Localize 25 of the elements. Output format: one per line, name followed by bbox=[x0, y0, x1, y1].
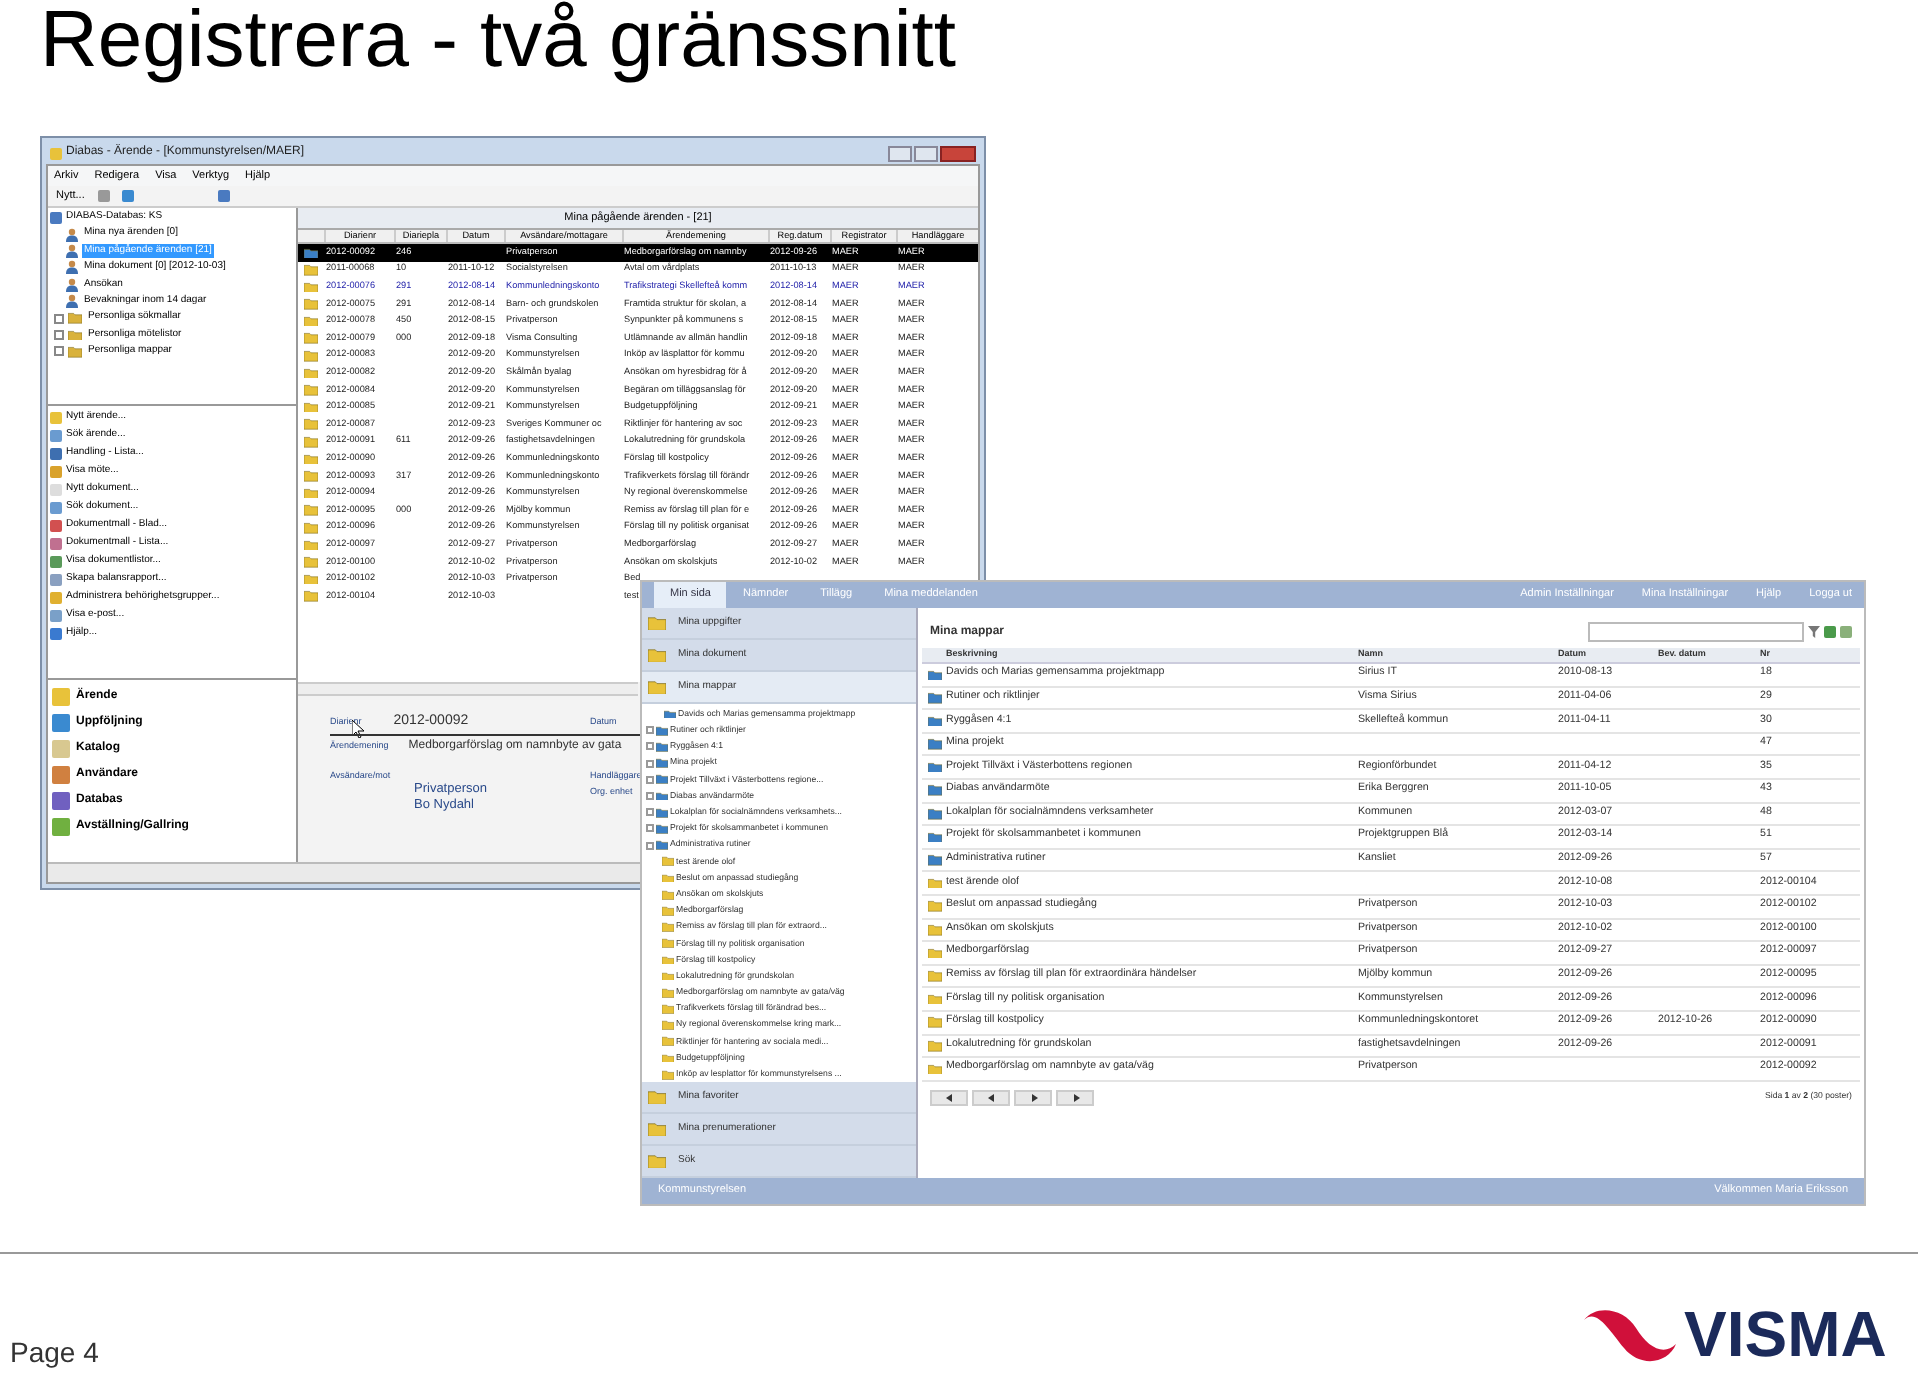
page-number: Page 4 bbox=[10, 1336, 99, 1368]
expand-icon[interactable] bbox=[646, 759, 654, 768]
expand-icon[interactable] bbox=[646, 792, 654, 801]
slide-title: Registrera - två gränssnitt bbox=[40, 0, 956, 84]
expand-icon[interactable] bbox=[646, 775, 654, 784]
maximize-button[interactable] bbox=[914, 145, 938, 161]
expand-icon[interactable] bbox=[646, 726, 654, 735]
arrow-icon bbox=[1029, 1093, 1037, 1102]
first-page-button[interactable] bbox=[930, 1089, 968, 1106]
expand-icon[interactable] bbox=[646, 841, 654, 850]
logo-text: VISMA bbox=[1684, 1300, 1887, 1368]
search-field[interactable] bbox=[1588, 622, 1804, 642]
minimize-button[interactable] bbox=[888, 145, 912, 161]
arrow-icon bbox=[1071, 1093, 1079, 1102]
filter-icon[interactable] bbox=[1808, 626, 1820, 638]
arrow-icon bbox=[945, 1093, 953, 1102]
cursor-icon bbox=[352, 720, 364, 738]
previous-page-button[interactable] bbox=[972, 1089, 1010, 1106]
arrow-icon bbox=[987, 1093, 995, 1102]
expand-icon[interactable] bbox=[646, 808, 654, 817]
next-page-button[interactable] bbox=[1014, 1089, 1052, 1106]
expand-icon[interactable] bbox=[646, 824, 654, 833]
expand-icon[interactable] bbox=[646, 742, 654, 751]
close-button[interactable] bbox=[940, 145, 976, 161]
last-page-button[interactable] bbox=[1056, 1089, 1094, 1106]
